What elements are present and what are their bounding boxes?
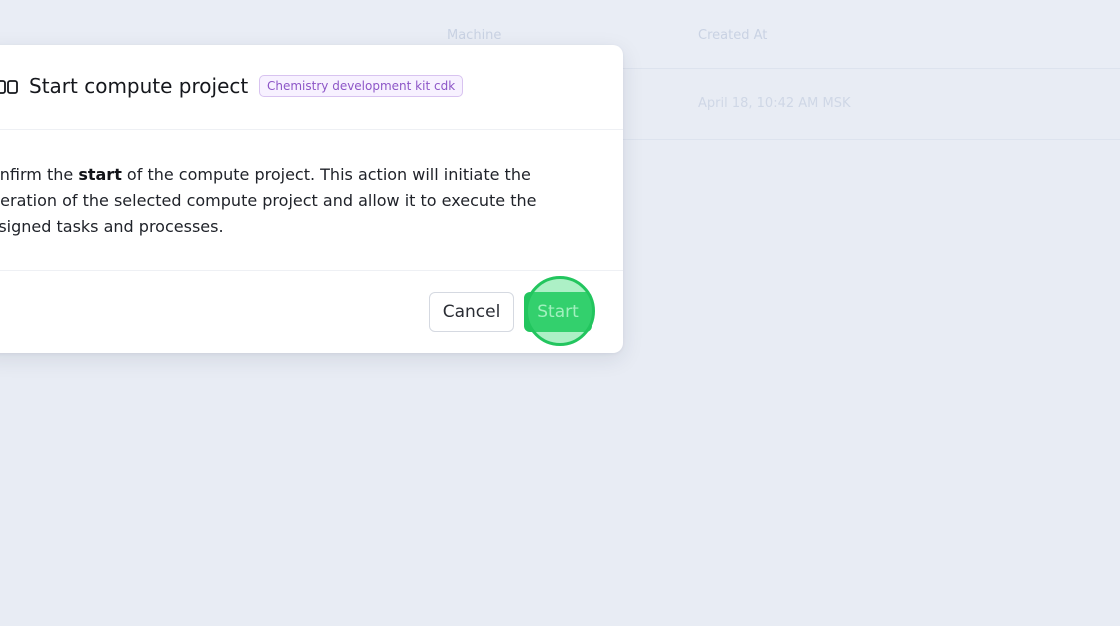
column-header-machine: Machine	[447, 28, 502, 43]
row-created-at: April 18, 10:42 AM MSK	[698, 96, 851, 111]
column-header-created-at: Created At	[698, 28, 768, 43]
message-emphasis: start	[78, 165, 122, 184]
confirmation-message: onfirm the start of the compute project.…	[0, 162, 550, 240]
dialog-title: Start compute project	[29, 74, 249, 98]
start-button[interactable]: Start	[524, 292, 592, 332]
dialog-body: onfirm the start of the compute project.…	[0, 130, 623, 271]
dialog-footer: Cancel Start	[0, 271, 623, 353]
project-name-badge: Chemistry development kit cdk	[259, 75, 464, 97]
message-line-1: onfirm the start of the compute project.…	[0, 165, 531, 184]
message-line-2: peration of the selected compute project…	[0, 191, 537, 210]
compute-project-icon	[0, 78, 19, 96]
message-line-3: ssigned tasks and processes.	[0, 217, 224, 236]
start-compute-project-dialog: Start compute project Chemistry developm…	[0, 45, 623, 353]
dialog-header: Start compute project Chemistry developm…	[0, 45, 623, 130]
cancel-button[interactable]: Cancel	[429, 292, 514, 332]
